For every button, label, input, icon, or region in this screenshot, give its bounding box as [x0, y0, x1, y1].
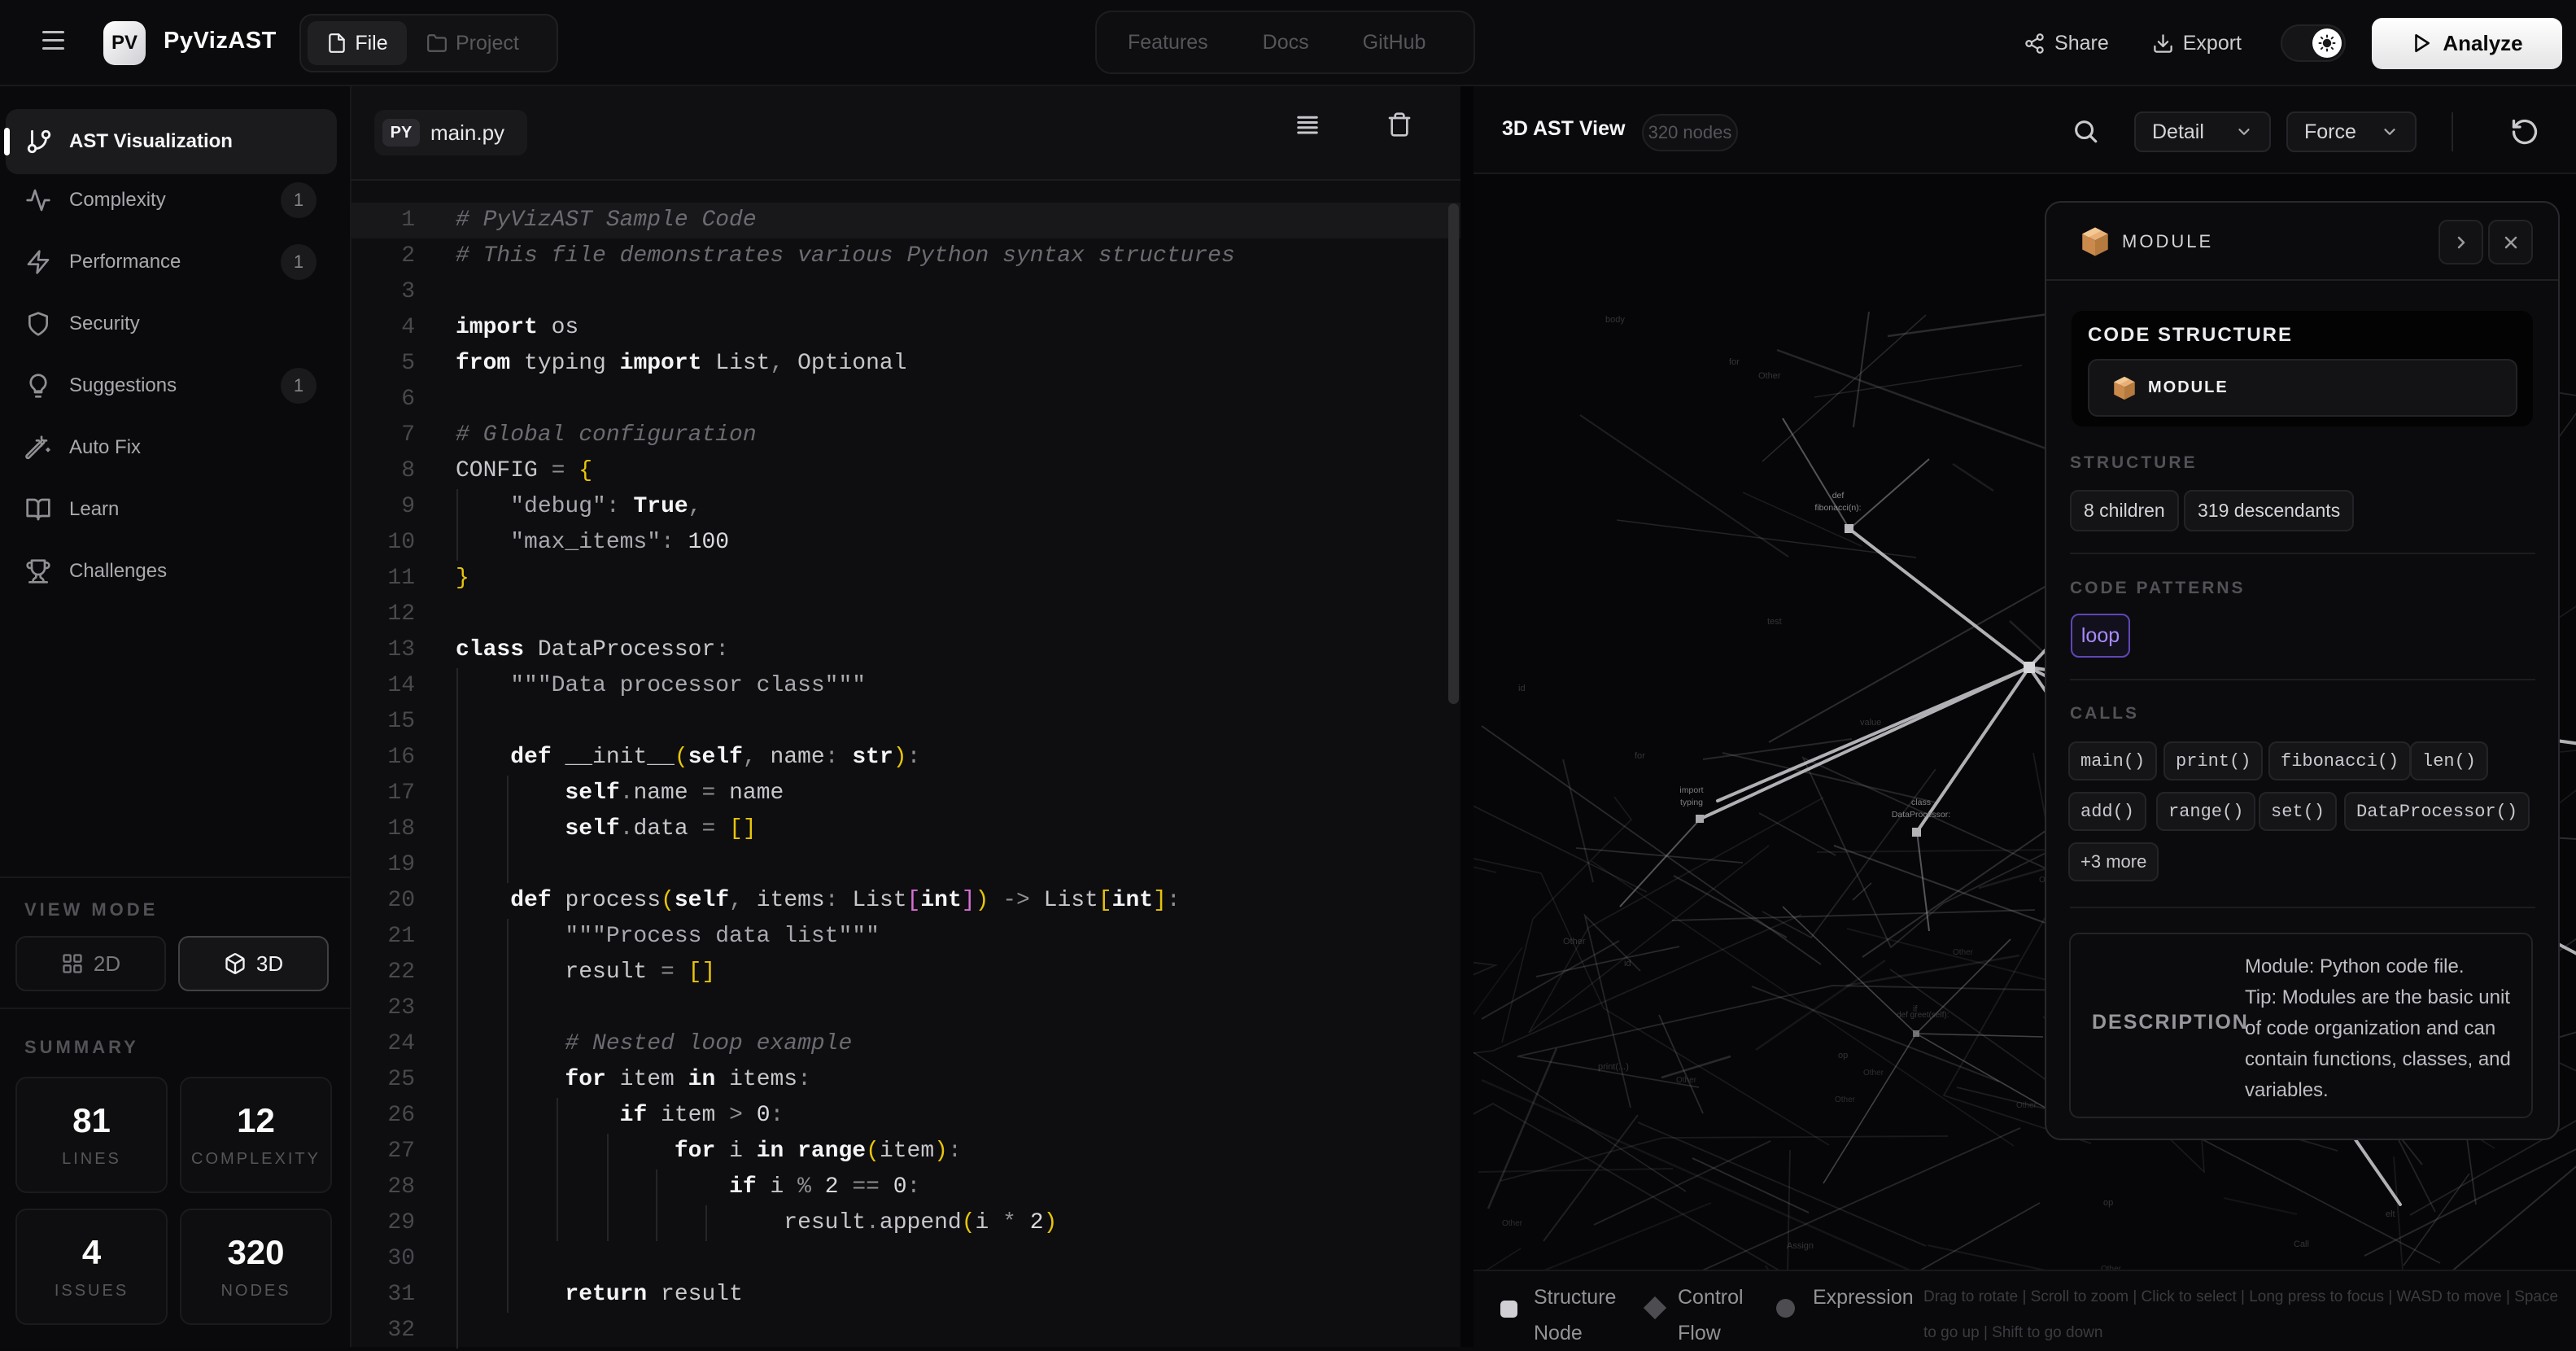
svg-text:def greet(self):: def greet(self): [1897, 1011, 1949, 1020]
svg-text:typing: typing [1680, 798, 1703, 807]
svg-text:test: test [1767, 617, 1782, 627]
svg-text:body: body [1605, 315, 1625, 325]
svg-text:Other: Other [1953, 948, 1974, 957]
svg-text:Call: Call [2294, 1240, 2309, 1249]
svg-text:class: class [1911, 798, 1931, 807]
svg-text:Other: Other [1863, 1069, 1884, 1078]
svg-text:DataProcessor:: DataProcessor: [1892, 810, 1950, 820]
svg-text:fibonacci(n):: fibonacci(n): [1814, 503, 1861, 513]
svg-text:elt: elt [2386, 1209, 2395, 1219]
svg-text:def: def [1832, 491, 1845, 501]
svg-text:Other: Other [1502, 1219, 1523, 1228]
svg-text:Other: Other [1758, 371, 1781, 381]
svg-text:Other: Other [1676, 1076, 1697, 1085]
svg-text:id: id [1518, 684, 1526, 693]
svg-text:op: op [2103, 1198, 2113, 1208]
svg-text:Other: Other [2016, 1101, 2037, 1110]
svg-text:Assign: Assign [1787, 1241, 1814, 1251]
svg-text:Other: Other [1563, 937, 1586, 947]
svg-text:Other: Other [1835, 1095, 1856, 1104]
svg-text:for: for [1635, 751, 1645, 761]
svg-text:value: value [1860, 718, 1881, 728]
svg-text:for: for [1729, 357, 1740, 367]
svg-text:op: op [1838, 1051, 1848, 1060]
svg-text:import: import [1679, 785, 1703, 795]
